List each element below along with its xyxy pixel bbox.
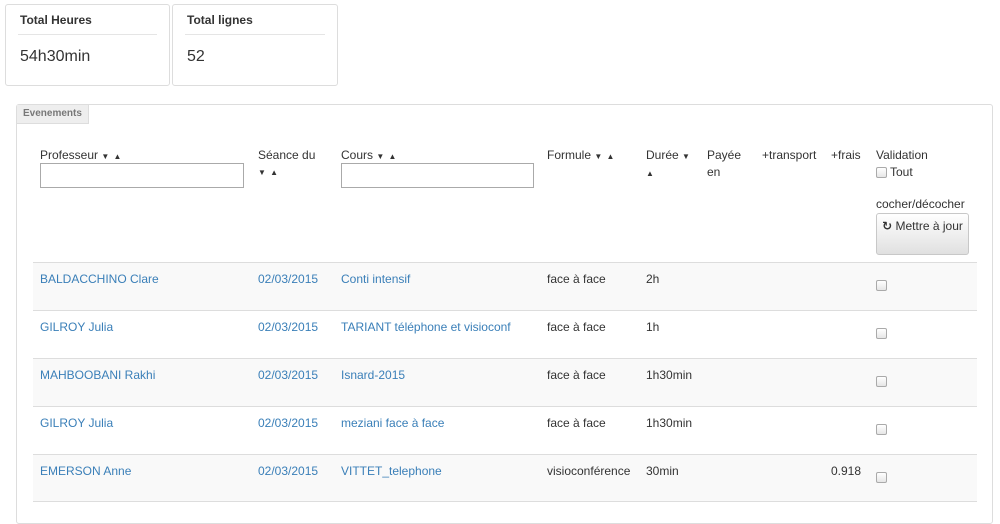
sort-icons[interactable]: ▼ ▲ [258, 164, 328, 181]
duree-cell: 1h30min [646, 368, 693, 382]
professeur-link[interactable]: BALDACCHINO Clare [40, 272, 159, 286]
stat-title: Total Heures [18, 5, 157, 35]
seance-link[interactable]: 02/03/2015 [258, 320, 318, 334]
sort-icons[interactable]: ▼ ▲ [594, 152, 615, 161]
formule-cell: face à face [547, 416, 606, 430]
header-payee: Payée en [707, 148, 742, 179]
professeur-link[interactable]: GILROY Julia [40, 320, 113, 334]
refresh-icon: ↻ [882, 219, 893, 233]
duree-cell: 1h [646, 320, 660, 334]
formule-cell: visioconférence [547, 464, 631, 478]
validation-checkbox[interactable] [876, 376, 887, 387]
seance-link[interactable]: 02/03/2015 [258, 368, 318, 382]
validation-checkbox[interactable] [876, 472, 887, 483]
header-label: Professeur [40, 148, 99, 162]
cocher-label: cocher/décocher [876, 197, 965, 211]
update-button[interactable]: ↻ Mettre à jour [876, 213, 969, 255]
filter-cours-input[interactable] [341, 163, 534, 188]
duree-cell: 30min [646, 464, 679, 478]
header-formule[interactable]: Formule ▼ ▲ [547, 147, 615, 165]
duree-cell: 1h30min [646, 416, 693, 430]
table-row: GILROY Julia 02/03/2015 meziani face à f… [33, 406, 977, 454]
stat-value: 52 [187, 48, 205, 65]
sort-icons[interactable]: ▼ ▲ [376, 152, 397, 161]
header-duree[interactable]: Durée ▼ ▲ [646, 147, 691, 182]
sort-asc-icon[interactable]: ▲ [646, 165, 691, 182]
header-label: Formule [547, 148, 592, 162]
cours-link[interactable]: TARIANT téléphone et visioconf [341, 320, 511, 334]
sort-icons[interactable]: ▼ ▲ [101, 152, 122, 161]
header-validation: Validation Tout [876, 148, 928, 179]
select-all-checkbox[interactable] [876, 167, 887, 179]
professeur-link[interactable]: MAHBOOBANI Rakhi [40, 368, 155, 382]
validation-checkbox[interactable] [876, 328, 887, 339]
formule-cell: face à face [547, 368, 606, 382]
validation-checkbox[interactable] [876, 424, 887, 435]
header-seance[interactable]: Séance du ▼ ▲ [258, 147, 328, 181]
filter-professeur-input[interactable] [40, 163, 244, 188]
formule-cell: face à face [547, 320, 606, 334]
update-button-label: Mettre à jour [895, 219, 963, 233]
header-frais: +frais [831, 148, 861, 162]
table-row: BALDACCHINO Clare 02/03/2015 Conti inten… [33, 262, 977, 310]
formule-cell: face à face [547, 272, 606, 286]
cours-link[interactable]: Conti intensif [341, 272, 410, 286]
header-label: Durée [646, 148, 679, 162]
table-row: MAHBOOBANI Rakhi 02/03/2015 Isnard-2015 … [33, 358, 977, 406]
professeur-link[interactable]: GILROY Julia [40, 416, 113, 430]
seance-link[interactable]: 02/03/2015 [258, 464, 318, 478]
stat-card-total-heures: Total Heures 54h30min [5, 4, 170, 86]
table-row: GILROY Julia 02/03/2015 TARIANT téléphon… [33, 310, 977, 358]
stat-card-total-lignes: Total lignes 52 [172, 4, 338, 86]
seance-link[interactable]: 02/03/2015 [258, 272, 318, 286]
stat-title: Total lignes [185, 5, 325, 35]
professeur-link[interactable]: EMERSON Anne [40, 464, 131, 478]
seance-link[interactable]: 02/03/2015 [258, 416, 318, 430]
sort-desc-icon[interactable]: ▼ [682, 152, 691, 161]
frais-cell: 0.918 [831, 464, 862, 478]
header-label: Cours [341, 148, 374, 162]
events-panel-tab: Evenements [17, 105, 89, 124]
cours-link[interactable]: meziani face à face [341, 416, 444, 430]
header-label: Séance du [258, 148, 316, 162]
header-transport: +transport [762, 148, 817, 162]
cours-link[interactable]: Isnard-2015 [341, 368, 405, 382]
duree-cell: 2h [646, 272, 660, 286]
table-row: EMERSON Anne 02/03/2015 VITTET_telephone… [33, 454, 977, 502]
cours-link[interactable]: VITTET_telephone [341, 464, 442, 478]
validation-checkbox[interactable] [876, 280, 887, 291]
stat-value: 54h30min [20, 48, 91, 65]
